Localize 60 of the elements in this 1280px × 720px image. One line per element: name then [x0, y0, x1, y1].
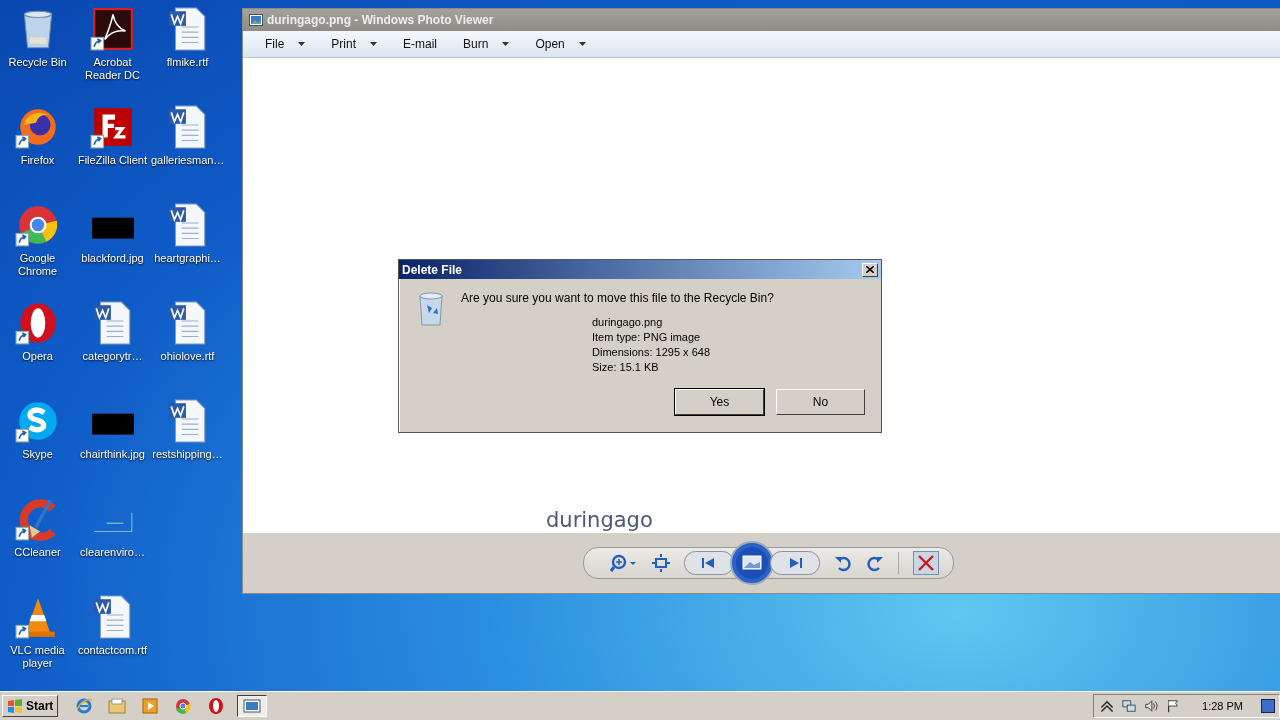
icon-label: flmike.rtf	[166, 56, 209, 69]
start-logo-icon	[7, 699, 23, 713]
window-title: duringago.png - Windows Photo Viewer	[267, 13, 494, 27]
icon-label: ohiolove.rtf	[160, 350, 215, 363]
icon-label: Google Chrome	[16, 252, 59, 278]
show-desktop-button[interactable]	[1261, 699, 1275, 713]
caret-icon	[370, 42, 378, 46]
icon-label: Recycle Bin	[8, 56, 67, 69]
previous-button[interactable]	[684, 551, 734, 575]
icon-label: categorytr…	[82, 350, 143, 363]
next-button[interactable]	[770, 551, 820, 575]
zoom-icon[interactable]	[610, 554, 638, 572]
icon-label: VLC media player	[9, 644, 66, 670]
image-caption: duringago	[546, 507, 653, 533]
rotate-left-icon[interactable]	[834, 554, 852, 572]
slideshow-button[interactable]	[730, 541, 774, 585]
icon-label: blackford.jpg	[81, 252, 144, 265]
caret-icon	[578, 42, 586, 46]
confirm-message: Are you sure you want to move this file to the Recycle Bin?	[461, 291, 774, 305]
menu-item[interactable]: E-mail	[393, 37, 454, 51]
icon-label: contactcom.rtf	[77, 644, 148, 657]
file-detail: Dimensions: 1295 x 648	[592, 345, 711, 360]
clock[interactable]: 1:28 PM	[1202, 700, 1243, 712]
acrobat-icon[interactable]	[89, 6, 136, 52]
caret-icon	[298, 42, 306, 46]
icon-label: clearenviro…	[80, 546, 145, 559]
icon-label: Skype	[22, 448, 53, 461]
photo-viewer-icon	[249, 14, 263, 26]
no-button[interactable]: No	[776, 389, 865, 415]
menu-item[interactable]: Burn	[453, 37, 526, 51]
file-detail: Size: 15.1 KB	[592, 360, 660, 375]
menu-item[interactable]: Print	[321, 37, 394, 51]
yes-button[interactable]: Yes	[675, 389, 764, 415]
caret-icon	[502, 42, 510, 46]
icon-label: CCleaner	[14, 546, 61, 559]
icon-label: restshipping…	[152, 448, 223, 461]
icon-label: chairthink.jpg	[80, 448, 145, 461]
fit-to-window-icon[interactable]	[652, 554, 670, 572]
icon-label: Opera	[22, 350, 53, 363]
show-hidden-icons-icon[interactable]	[1100, 699, 1115, 713]
icon-label: Firefox	[20, 154, 55, 167]
start-button[interactable]: Start	[2, 695, 59, 717]
icon-label: FileZilla Client	[77, 154, 148, 167]
menu-item[interactable]: File	[255, 37, 322, 51]
flag-icon[interactable]	[1166, 699, 1181, 713]
file-detail: duringago.png	[592, 315, 664, 330]
icon-label: galleriesman…	[151, 154, 224, 167]
icon-label: Acrobat Reader DC	[84, 56, 141, 82]
recycle-bin-icon	[417, 291, 445, 327]
network-icon[interactable]	[1122, 699, 1137, 713]
file-detail: Item type: PNG image	[592, 330, 702, 345]
delete-button[interactable]	[913, 551, 939, 575]
photos-taskbar-button[interactable]	[237, 695, 268, 717]
rotate-right-icon[interactable]	[866, 554, 884, 572]
icon-label: heartgraphi…	[154, 252, 221, 265]
close-icon	[866, 266, 874, 273]
menu-item[interactable]: Open	[525, 37, 602, 51]
dialog-title: Delete File	[402, 262, 463, 277]
close-button[interactable]	[862, 262, 878, 277]
speaker-icon[interactable]	[1144, 699, 1159, 713]
